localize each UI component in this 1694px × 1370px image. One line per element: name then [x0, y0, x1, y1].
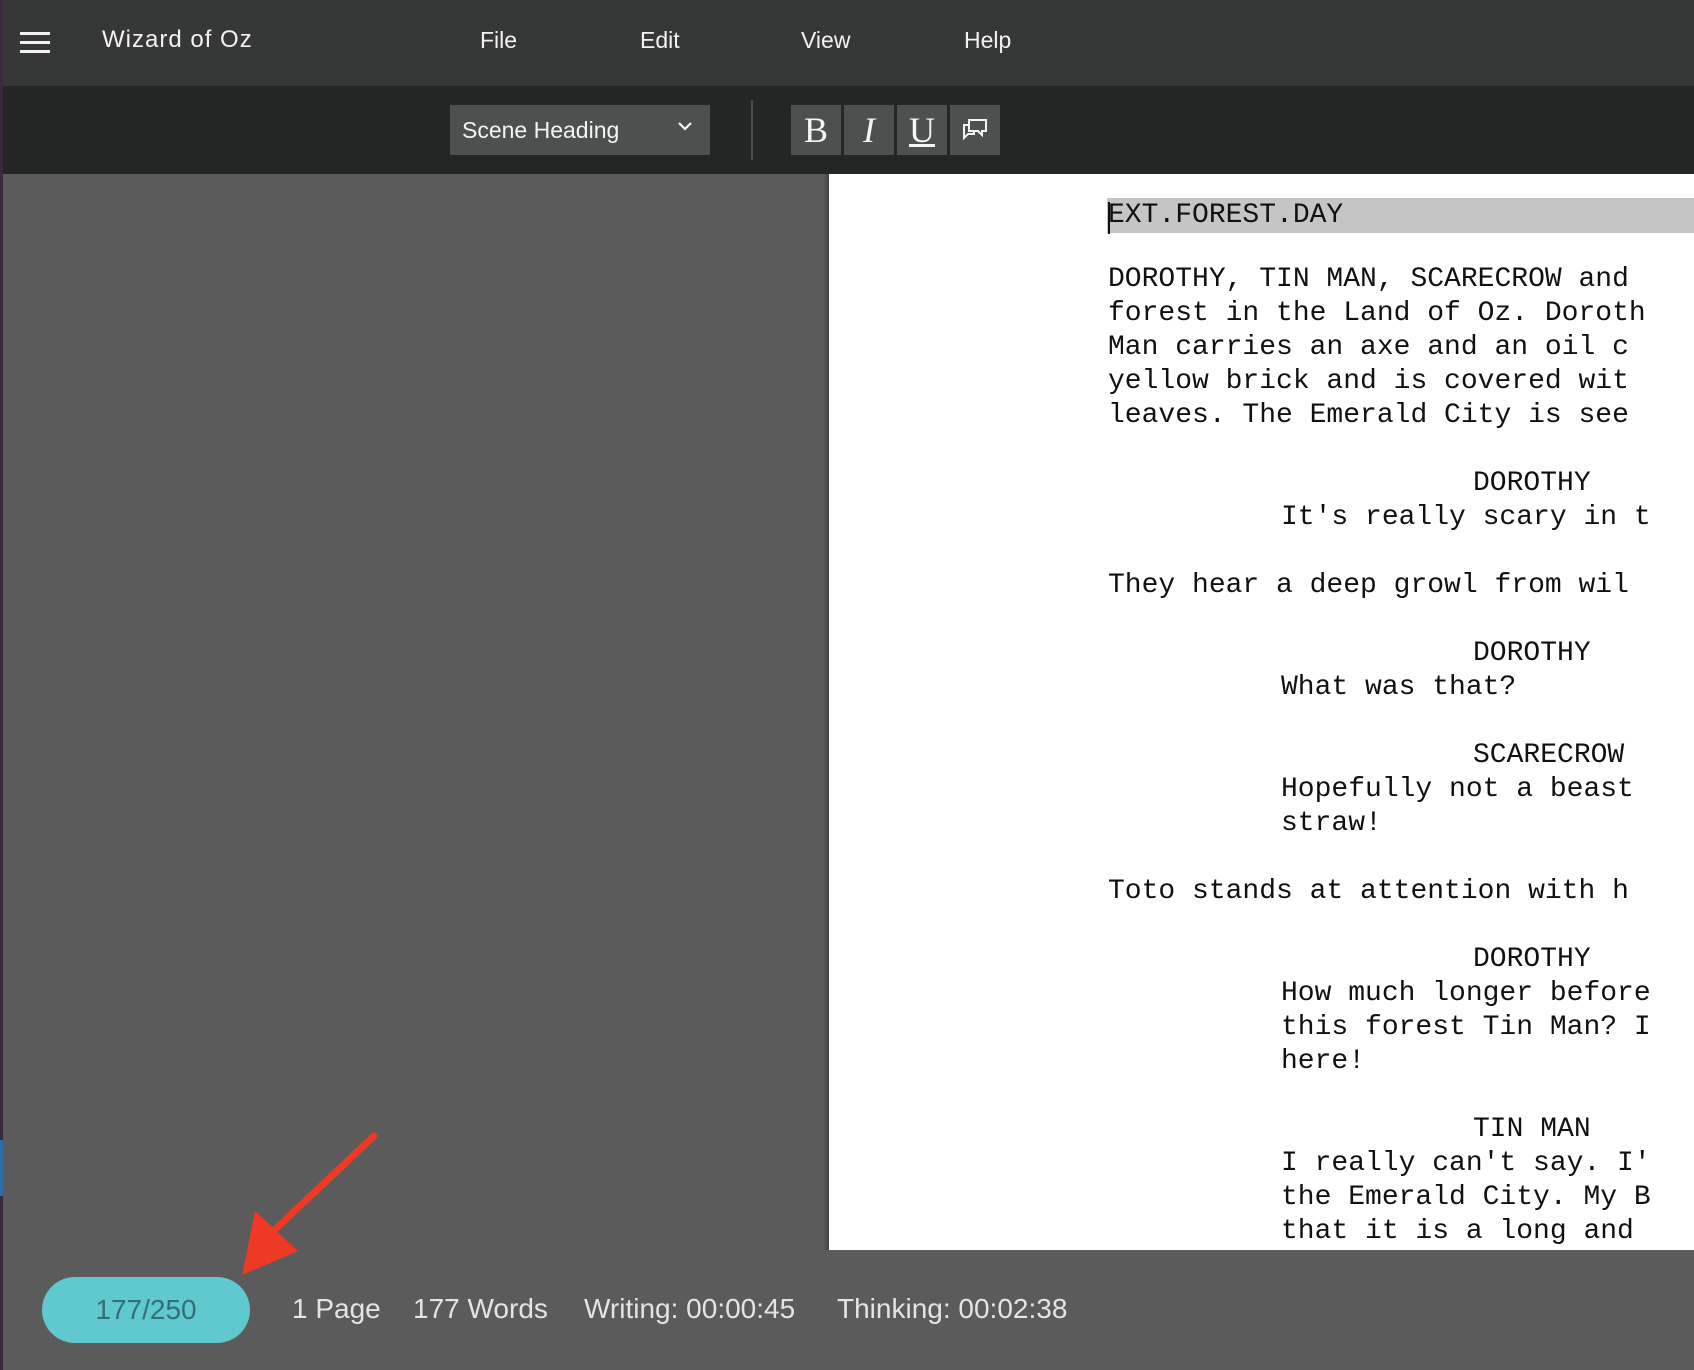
action-line[interactable]: DOROTHY, TIN MAN, SCARECROW and	[1108, 264, 1629, 295]
character-name[interactable]: TIN MAN	[1473, 1114, 1591, 1145]
dialogue-line[interactable]: this forest Tin Man? I	[1281, 1012, 1651, 1043]
format-toolbar: Scene Heading B I U	[3, 86, 1694, 174]
scene-heading[interactable]: EXT.FOREST.DAY	[1108, 200, 1343, 231]
bold-icon: B	[803, 110, 828, 150]
left-panel	[3, 174, 829, 1250]
hamburger-icon[interactable]	[20, 32, 50, 54]
word-goal-pill[interactable]: 177/250	[42, 1277, 250, 1343]
dialogue-line[interactable]: It's really scary in t	[1281, 502, 1651, 533]
character-name[interactable]: SCARECROW	[1473, 740, 1624, 771]
word-count: 177 Words	[413, 1293, 548, 1324]
dialogue-line[interactable]: straw!	[1281, 808, 1382, 839]
element-style-dropdown[interactable]: Scene Heading	[450, 105, 710, 155]
dialogue-line[interactable]: I really can't say. I'	[1281, 1148, 1651, 1179]
italic-icon: I	[863, 110, 875, 150]
underline-button[interactable]: U	[897, 105, 947, 155]
toolbar-divider	[751, 100, 753, 160]
menu-help[interactable]: Help	[964, 27, 1011, 54]
dialogue-line[interactable]: What was that?	[1281, 672, 1516, 703]
chevron-down-icon	[678, 122, 692, 131]
dialogue-line[interactable]: that it is a long and	[1281, 1216, 1634, 1247]
page-count: 1 Page	[292, 1293, 381, 1324]
menu-bar: Wizard of Oz File Edit View Help	[3, 0, 1694, 86]
action-line[interactable]: Toto stands at attention with h	[1108, 876, 1629, 907]
writing-timer: Writing: 00:00:45	[584, 1293, 796, 1324]
menu-file[interactable]: File	[480, 27, 517, 54]
underline-icon: U	[909, 110, 935, 150]
character-name[interactable]: DOROTHY	[1473, 944, 1591, 975]
menu-edit[interactable]: Edit	[640, 27, 680, 54]
action-line[interactable]: Man carries an axe and an oil c	[1108, 332, 1629, 363]
italic-button[interactable]: I	[844, 105, 894, 155]
dialogue-line[interactable]: the Emerald City. My B	[1281, 1182, 1651, 1213]
menu-view[interactable]: View	[801, 27, 850, 54]
character-name[interactable]: DOROTHY	[1473, 468, 1591, 499]
bold-button[interactable]: B	[791, 105, 841, 155]
script-page[interactable]: EXT.FOREST.DAY DOROTHY, TIN MAN, SCARECR…	[829, 174, 1694, 1250]
action-line[interactable]: yellow brick and is covered wit	[1108, 366, 1629, 397]
comment-button[interactable]	[950, 105, 1000, 155]
action-line[interactable]: They hear a deep growl from wil	[1108, 570, 1629, 601]
comment-icon	[963, 119, 987, 141]
script-text[interactable]: EXT.FOREST.DAY DOROTHY, TIN MAN, SCARECR…	[829, 174, 1694, 1250]
status-bar: 177/250 1 Page 177 Words Writing: 00:00:…	[3, 1250, 1694, 1370]
thinking-timer: Thinking: 00:02:38	[837, 1293, 1068, 1324]
action-line[interactable]: forest in the Land of Oz. Doroth	[1108, 298, 1646, 329]
dialogue-line[interactable]: here!	[1281, 1046, 1365, 1077]
screenwriting-app: Wizard of Oz File Edit View Help Scene H…	[0, 0, 1694, 1370]
dialogue-line[interactable]: Hopefully not a beast	[1281, 774, 1634, 805]
character-name[interactable]: DOROTHY	[1473, 638, 1591, 669]
action-line[interactable]: leaves. The Emerald City is see	[1108, 400, 1629, 431]
text-caret	[1108, 202, 1110, 234]
element-style-value: Scene Heading	[462, 117, 620, 143]
document-title: Wizard of Oz	[102, 26, 253, 53]
dialogue-line[interactable]: How much longer before	[1281, 978, 1651, 1009]
